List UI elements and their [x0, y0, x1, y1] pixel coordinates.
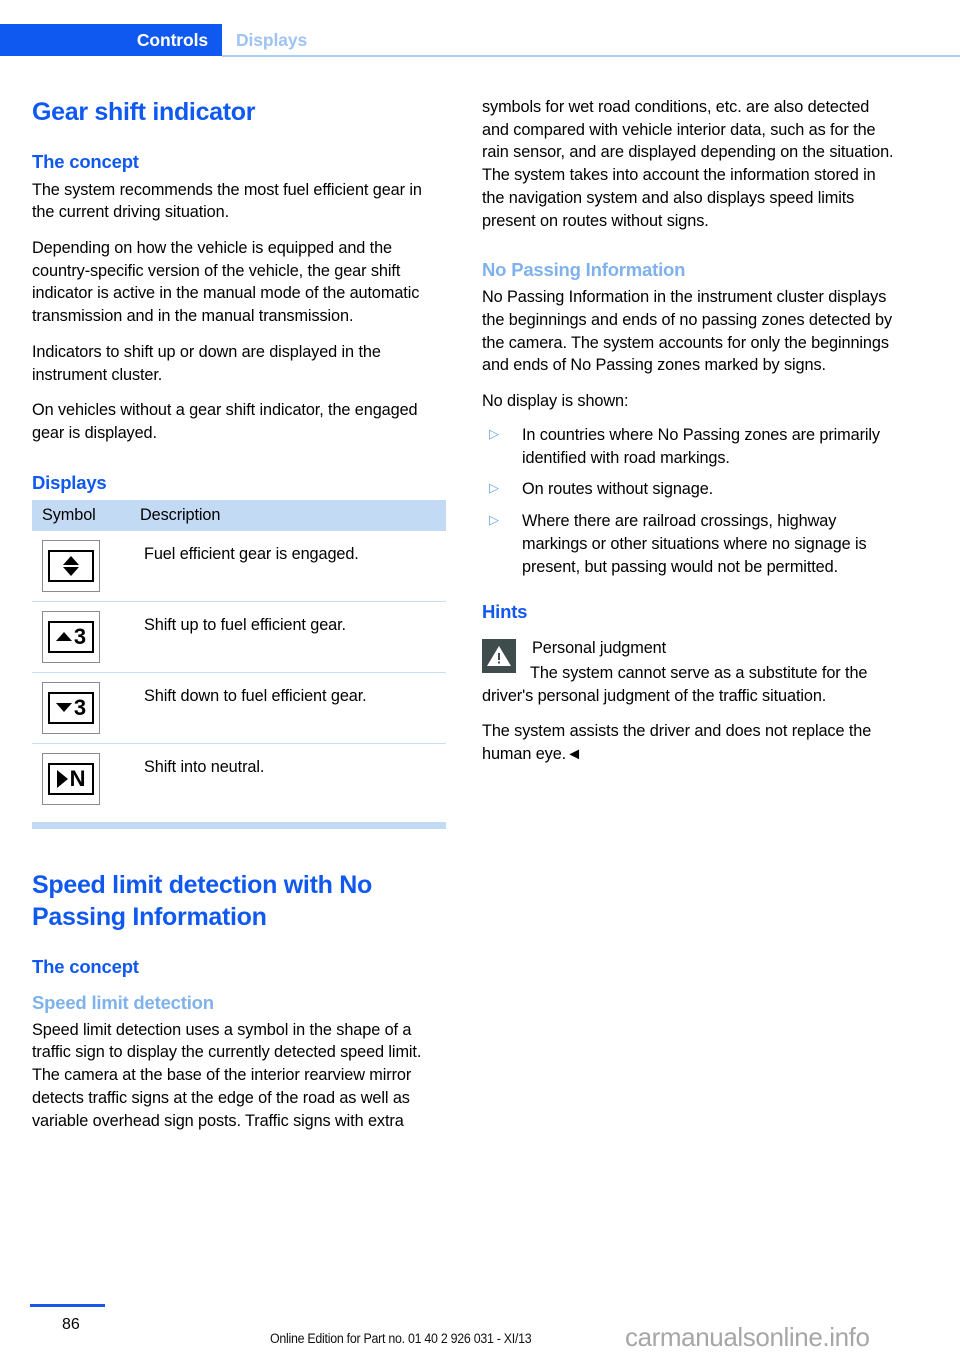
arrow-down-icon — [63, 566, 79, 576]
up-down-arrow-icon — [42, 539, 100, 592]
continued-paragraph: symbols for wet road conditions, etc. ar… — [482, 98, 894, 230]
column-header-description: Description — [130, 499, 446, 531]
arrow-up-gear-3-icon: 3 — [42, 610, 100, 663]
list-item: ▷ Where there are railroad crossings, hi… — [482, 510, 896, 578]
triangle-bullet-icon: ▷ — [489, 512, 499, 528]
heading-the-concept-2: The concept — [32, 955, 139, 977]
triangle-bullet-icon: ▷ — [489, 425, 499, 441]
table-cell-description: Shift up to fuel efficient gear. — [130, 601, 446, 673]
warning-closing: The system assists the driver and does n… — [482, 722, 872, 764]
list-item-label: Where there are railroad crossings, high… — [522, 512, 867, 576]
tab-controls[interactable]: Controls — [0, 24, 222, 56]
column-header-symbol: Symbol — [32, 499, 130, 531]
arrow-up-icon — [55, 632, 72, 642]
table-cell-description: Shift down to fuel efficient gear. — [130, 672, 446, 744]
footer-edition-text: Online Edition for Part no. 01 40 2 926 … — [270, 1331, 532, 1346]
list-item: ▷ On routes without signage. — [482, 478, 896, 501]
page-title: Gear shift indicator — [32, 98, 256, 126]
arrow-up-icon — [63, 555, 79, 565]
concept-paragraph-4: On vehicles without a gear shift indicat… — [32, 401, 418, 442]
speed-limit-paragraph: Speed limit detection uses a symbol in t… — [32, 1020, 422, 1130]
no-display-bullet-list: ▷ In countries where No Passing zones ar… — [482, 424, 896, 578]
warning-block: Personal judgment The system cannot serv… — [482, 637, 896, 766]
gear-number: 3 — [73, 623, 87, 649]
table-cell-symbol: N — [32, 743, 130, 814]
concept-paragraph-3: Indicators to shift up or down are displ… — [32, 342, 381, 384]
triangle-bullet-icon: ▷ — [489, 480, 499, 496]
glyph-inner-box: 3 — [48, 620, 94, 653]
neutral-letter: N — [69, 765, 86, 791]
no-passing-paragraph: No Passing Information in the instrument… — [482, 288, 892, 375]
table-row: 3 Shift down to fuel efficient gear. — [32, 672, 446, 744]
arrow-right-neutral-icon: N — [42, 752, 100, 805]
footer-rule — [30, 1304, 105, 1307]
heading-displays: Displays — [32, 471, 107, 493]
arrow-down-icon — [55, 703, 72, 713]
glyph-inner-box — [48, 549, 94, 582]
header-tab-bar: Controls Displays — [0, 24, 960, 56]
glyph-inner-box: N — [48, 762, 94, 795]
warning-title: Personal judgment — [532, 639, 667, 658]
warning-body: The system cannot serve as a substitute … — [482, 663, 868, 705]
list-item: ▷ In countries where No Passing zones ar… — [482, 424, 896, 469]
concept-paragraph-2: Depending on how the vehicle is equipped… — [32, 238, 420, 326]
section-title-speed-limit-detection: Speed limit detection with No Passing In… — [32, 870, 372, 932]
table-row: N Shift into neutral. — [32, 743, 446, 814]
table-row: Fuel efficient gear is engaged. — [32, 530, 446, 602]
heading-the-concept: The concept — [32, 150, 139, 172]
table-cell-symbol: 3 — [32, 601, 130, 673]
heading-hints: Hints — [482, 601, 528, 623]
gear-number: 3 — [73, 694, 87, 720]
warning-triangle-svg — [487, 646, 511, 667]
concept-paragraph-1: The system recommends the most fuel effi… — [32, 180, 422, 222]
list-item-label: On routes without signage. — [522, 480, 714, 499]
glyph-inner-box: 3 — [48, 691, 94, 724]
subheading-no-passing-information: No Passing Information — [482, 259, 686, 281]
tab-controls-label: Controls — [136, 29, 208, 50]
table-cell-symbol — [32, 530, 130, 602]
right-column: symbols for wet road conditions, etc. ar… — [482, 96, 896, 779]
tab-displays-label: Displays — [236, 29, 308, 50]
arrow-updown-icon — [63, 555, 79, 576]
page-number: 86 — [62, 1316, 80, 1333]
table-bottom-rule — [32, 821, 446, 829]
table-header-row: Symbol Description — [32, 499, 446, 531]
header-divider — [222, 55, 960, 57]
table-cell-symbol: 3 — [32, 672, 130, 744]
no-display-intro: No display is shown: — [482, 392, 629, 411]
left-column: Gear shift indicator The concept The sys… — [32, 96, 446, 1145]
arrow-right-icon — [56, 769, 68, 788]
list-item-label: In countries where No Passing zones are … — [522, 425, 880, 467]
symbol-description-table: Symbol Description Fuel efficient gear i… — [32, 499, 446, 814]
table-cell-description: Shift into neutral. — [144, 757, 265, 776]
arrow-down-gear-3-icon: 3 — [42, 681, 100, 734]
table-row: 3 Shift up to fuel efficient gear. — [32, 601, 446, 673]
watermark: carmanualsonline.info — [625, 1322, 870, 1352]
table-cell-description: Fuel efficient gear is engaged. — [130, 530, 446, 602]
tab-displays[interactable]: Displays — [236, 24, 307, 56]
subheading-speed-limit-detection: Speed limit detection — [32, 991, 214, 1013]
warning-triangle-icon — [482, 639, 516, 674]
